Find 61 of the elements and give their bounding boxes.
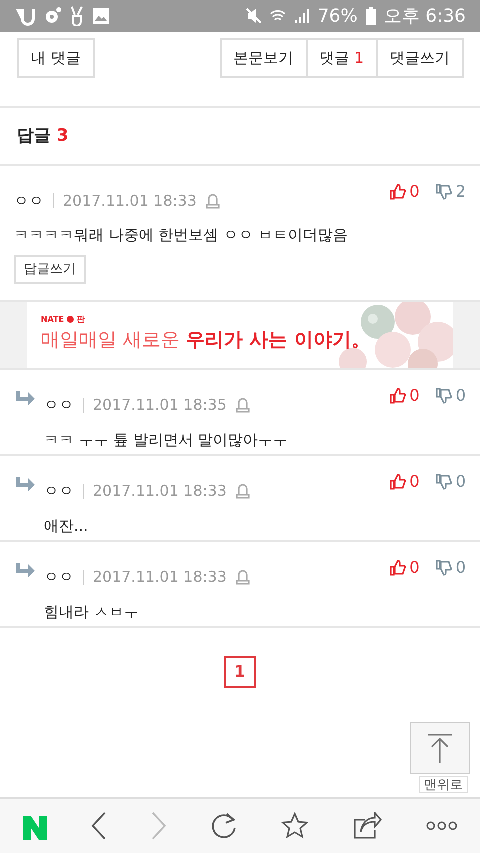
author-name: ㅇㅇ <box>44 395 74 416</box>
more-icon[interactable] <box>426 821 458 831</box>
report-icon[interactable] <box>234 569 251 586</box>
author-name: ㅇㅇ <box>14 190 44 212</box>
comment-text: ㅋㅋㅋㅋ뭐래 나중에 한번보셈 ㅇㅇ ㅂㅌ이더많음 <box>14 225 350 246</box>
star-icon[interactable] <box>281 812 310 840</box>
thumbs-up-icon <box>390 184 406 200</box>
like-button[interactable]: 0 <box>390 470 420 494</box>
like-button[interactable]: 0 <box>390 180 420 204</box>
thumbs-down-icon <box>436 388 452 404</box>
dislike-button[interactable]: 0 <box>436 384 466 408</box>
nav-tab[interactable]: 본문보기 <box>220 38 308 78</box>
dislike-button[interactable]: 0 <box>436 470 466 494</box>
like-button[interactable]: 0 <box>390 556 420 580</box>
comment-date: 2017.11.01 18:35 <box>93 395 227 416</box>
comment-text: ㅋㅋ ㅜㅜ 튶 발리면서 말이많아ㅜㅜ <box>44 430 290 450</box>
battery-icon <box>366 7 376 25</box>
thumbs-down-icon <box>436 474 452 490</box>
top-label: 맨위로 <box>419 776 468 793</box>
comment-text: 애잔... <box>44 516 90 536</box>
clock-time: 오후 6:36 <box>384 4 466 28</box>
report-icon[interactable] <box>234 483 251 500</box>
thumbs-up-icon <box>390 560 406 576</box>
dot-icon <box>66 316 74 324</box>
circle-icon <box>44 7 62 25</box>
like-button[interactable]: 0 <box>390 384 420 408</box>
share-icon[interactable] <box>352 812 383 840</box>
battery-percent: 76% <box>318 4 358 28</box>
image-icon <box>92 7 110 25</box>
comment-date: 2017.11.01 18:33 <box>93 567 227 588</box>
comment-date: 2017.11.01 18:33 <box>63 190 197 212</box>
ad-brand: NATE 판 <box>41 314 86 326</box>
reply-arrow-icon <box>14 562 36 581</box>
dislike-button[interactable]: 2 <box>436 180 466 204</box>
scroll-top-button[interactable] <box>410 722 470 774</box>
ad-headline: 매일매일 새로운 우리가 사는 이야기。 <box>41 328 372 353</box>
page-link[interactable]: 1 <box>224 656 256 688</box>
signal-icon <box>294 8 310 24</box>
reply-arrow-icon <box>14 476 36 495</box>
report-icon[interactable] <box>204 192 221 209</box>
comment-text: 힘내라 ㅅㅂㅜ <box>44 602 140 622</box>
back-icon[interactable] <box>91 812 108 840</box>
my-comments-button[interactable]: 내 댓글 <box>17 38 95 78</box>
nav-tab[interactable]: 댓글 1 <box>306 38 378 78</box>
author-name: ㅇㅇ <box>44 481 74 502</box>
arrow-up-icon <box>427 733 453 763</box>
write-reply-button[interactable]: 답글쓰기 <box>14 254 86 284</box>
refresh-icon[interactable] <box>210 812 238 840</box>
nav-tab[interactable]: 댓글쓰기 <box>376 38 464 78</box>
report-icon[interactable] <box>234 397 251 414</box>
author-name: ㅇㅇ <box>44 567 74 588</box>
reply-arrow-icon <box>14 390 36 409</box>
thumbs-up-icon <box>390 474 406 490</box>
thumbs-down-icon <box>436 560 452 576</box>
mute-icon <box>246 8 262 24</box>
replies-heading: 답글 3 <box>17 126 69 146</box>
thumbs-up-icon <box>390 388 406 404</box>
comment-date: 2017.11.01 18:33 <box>93 481 227 502</box>
thumbs-down-icon <box>436 184 452 200</box>
dislike-button[interactable]: 0 <box>436 556 466 580</box>
ad-banner[interactable]: NATE 판 매일매일 새로운 우리가 사는 이야기。 <box>27 302 453 368</box>
